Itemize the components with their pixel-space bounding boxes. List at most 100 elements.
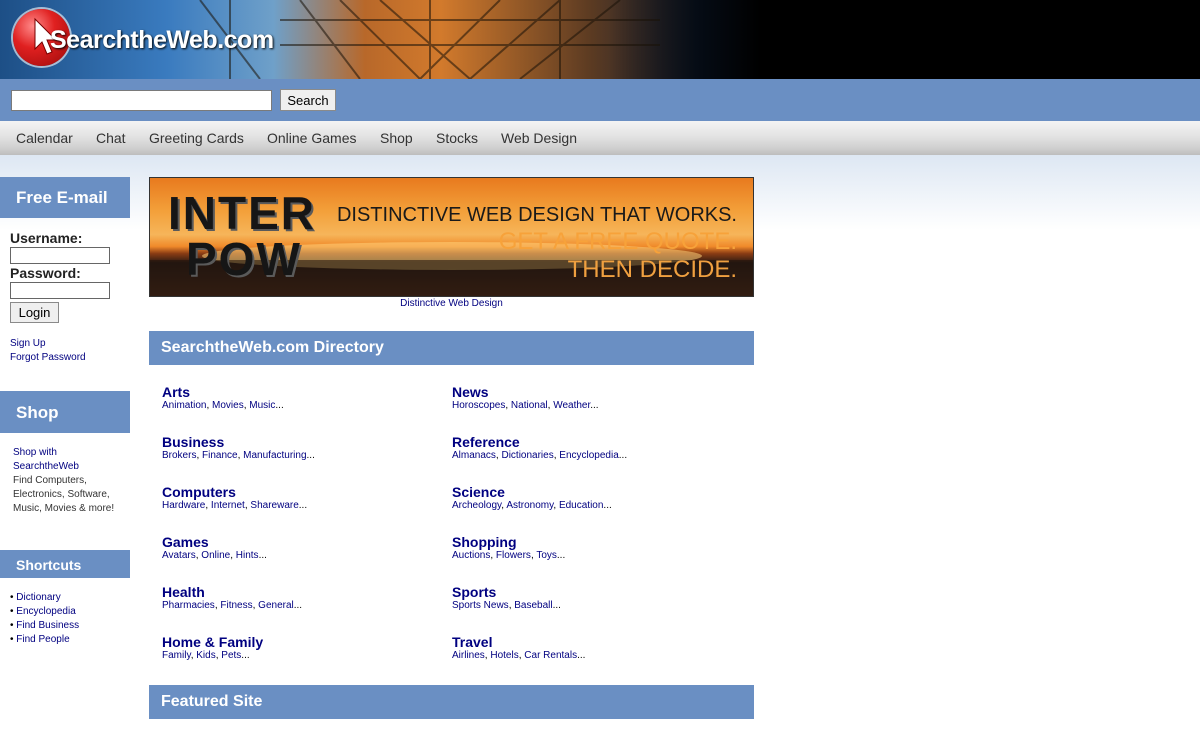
subcategory-link[interactable]: Hints (236, 550, 259, 561)
category-subcategories: Pharmacies, Fitness, General... (162, 600, 303, 611)
shop-blurb: Find Computers, Electronics, Software, M… (13, 475, 115, 514)
subcategory-link[interactable]: Finance (202, 450, 238, 461)
subcategory-link[interactable]: Horoscopes (452, 400, 505, 411)
banner-logo: INTER POW (168, 190, 316, 282)
nav-item-online-games[interactable]: Online Games (267, 130, 356, 146)
category-subcategories: Avatars, Online, Hints... (162, 550, 267, 561)
nav-item-web-design[interactable]: Web Design (501, 130, 577, 146)
subcategory-link[interactable]: Pharmacies (162, 600, 215, 611)
subcategory-link[interactable]: Shareware (250, 500, 298, 511)
subcategory-link[interactable]: Baseball (514, 600, 552, 611)
category-title-link[interactable]: Sports (452, 584, 561, 600)
subcategory-link[interactable]: Animation (162, 400, 206, 411)
directory-category: Travel Airlines, Hotels, Car Rentals... (452, 634, 585, 661)
subcategory-link[interactable]: Sports News (452, 600, 509, 611)
directory-category: Games Avatars, Online, Hints... (162, 534, 267, 561)
shop-with-link[interactable]: Shop with SearchtheWeb (13, 446, 88, 474)
shortcut-dictionary-link[interactable]: Dictionary (16, 592, 60, 603)
subcategory-link[interactable]: Manufacturing (243, 450, 306, 461)
search-button[interactable]: Search (280, 89, 336, 111)
username-label: Username: (10, 230, 83, 246)
subcategory-link[interactable]: Toys (536, 550, 557, 561)
banner-tagline-2: GET A FREE QUOTE. (498, 228, 737, 255)
subcategory-link[interactable]: Family (162, 650, 191, 661)
shop-description: Shop with SearchtheWeb Find Computers, E… (13, 446, 123, 516)
subcategory-link[interactable]: Auctions (452, 550, 490, 561)
category-title-link[interactable]: Arts (162, 384, 284, 400)
subcategory-link[interactable]: Music (249, 400, 275, 411)
subcategory-link[interactable]: Fitness (220, 600, 252, 611)
directory-category: News Horoscopes, National, Weather... (452, 384, 599, 411)
ad-banner[interactable]: INTER POW DISTINCTIVE WEB DESIGN THAT WO… (149, 177, 754, 297)
subcategory-link[interactable]: Brokers (162, 450, 196, 461)
subcategory-link[interactable]: Weather (553, 400, 590, 411)
nav-item-stocks[interactable]: Stocks (436, 130, 478, 146)
category-title-link[interactable]: News (452, 384, 599, 400)
header-image: SearchtheWeb.com (0, 0, 760, 79)
category-subcategories: Horoscopes, National, Weather... (452, 400, 599, 411)
shortcuts-heading: Shortcuts (0, 550, 130, 578)
directory-category: Reference Almanacs, Dictionaries, Encyclo… (452, 434, 627, 461)
sign-up-link[interactable]: Sign Up (10, 338, 46, 349)
category-title-link[interactable]: Business (162, 434, 315, 450)
subcategory-link[interactable]: Flowers (496, 550, 531, 561)
shortcut-find-people-link[interactable]: Find People (16, 634, 69, 645)
nav-item-chat[interactable]: Chat (96, 130, 126, 146)
subcategory-link[interactable]: Astronomy (506, 500, 553, 511)
directory-category: Arts Animation, Movies, Music... (162, 384, 284, 411)
subcategory-link[interactable]: Internet (211, 500, 245, 511)
search-input[interactable] (11, 90, 272, 111)
logo-text[interactable]: SearchtheWeb.com (50, 26, 274, 55)
directory-category: Business Brokers, Finance, Manufacturing.… (162, 434, 315, 461)
subcategory-link[interactable]: Encyclopedia (559, 450, 618, 461)
shortcut-encyclopedia-link[interactable]: Encyclopedia (16, 606, 75, 617)
subcategory-link[interactable]: Almanacs (452, 450, 496, 461)
forgot-password-link[interactable]: Forgot Password (10, 352, 86, 363)
subcategory-link[interactable]: Pets (221, 650, 241, 661)
password-field[interactable] (10, 282, 110, 299)
username-field[interactable] (10, 247, 110, 264)
subcategory-link[interactable]: Archeology (452, 500, 501, 511)
login-button[interactable]: Login (10, 302, 59, 323)
site-header: SearchtheWeb.com (0, 0, 1200, 79)
subcategory-link[interactable]: Hardware (162, 500, 205, 511)
shortcut-item: • Encyclopedia (10, 606, 76, 617)
free-email-heading: Free E-mail (0, 177, 130, 218)
shortcut-item: • Find Business (10, 620, 80, 631)
subcategory-link[interactable]: Online (201, 550, 230, 561)
category-subcategories: Almanacs, Dictionaries, Encyclopedia... (452, 450, 628, 461)
banner-logo-line2: POW (186, 233, 302, 285)
category-title-link[interactable]: Health (162, 584, 302, 600)
password-label: Password: (10, 265, 81, 281)
category-title-link[interactable]: Shopping (452, 534, 565, 550)
directory-heading: SearchtheWeb.com Directory (149, 331, 754, 365)
category-title-link[interactable]: Travel (452, 634, 585, 650)
nav-item-shop[interactable]: Shop (380, 130, 413, 146)
subcategory-link[interactable]: General (258, 600, 294, 611)
subcategory-link[interactable]: National (511, 400, 548, 411)
subcategory-link[interactable]: Dictionaries (501, 450, 553, 461)
subcategory-link[interactable]: Movies (212, 400, 244, 411)
directory-category: Health Pharmacies, Fitness, General... (162, 584, 302, 611)
nav-item-calendar[interactable]: Calendar (16, 130, 73, 146)
category-title-link[interactable]: Science (452, 484, 612, 500)
subcategory-link[interactable]: Education (559, 500, 603, 511)
subcategory-link[interactable]: Kids (196, 650, 215, 661)
subcategory-link[interactable]: Airlines (452, 650, 485, 661)
category-title-link[interactable]: Games (162, 534, 267, 550)
banner-caption-link[interactable]: Distinctive Web Design (400, 298, 503, 309)
category-subcategories: Brokers, Finance, Manufacturing... (162, 450, 315, 461)
directory-category: Sports Sports News, Baseball... (452, 584, 561, 611)
shortcut-item: • Find People (10, 634, 70, 645)
nav-item-greeting-cards[interactable]: Greeting Cards (149, 130, 244, 146)
category-title-link[interactable]: Computers (162, 484, 307, 500)
featured-site-heading: Featured Site (149, 685, 754, 719)
banner-logo-line1: INTER (168, 187, 316, 239)
subcategory-link[interactable]: Avatars (162, 550, 196, 561)
shortcut-find-business-link[interactable]: Find Business (16, 620, 79, 631)
category-title-link[interactable]: Reference (452, 434, 627, 450)
category-title-link[interactable]: Home & Family (162, 634, 263, 650)
subcategory-link[interactable]: Hotels (490, 650, 518, 661)
category-subcategories: Family, Kids, Pets... (162, 650, 250, 661)
subcategory-link[interactable]: Car Rentals (524, 650, 577, 661)
